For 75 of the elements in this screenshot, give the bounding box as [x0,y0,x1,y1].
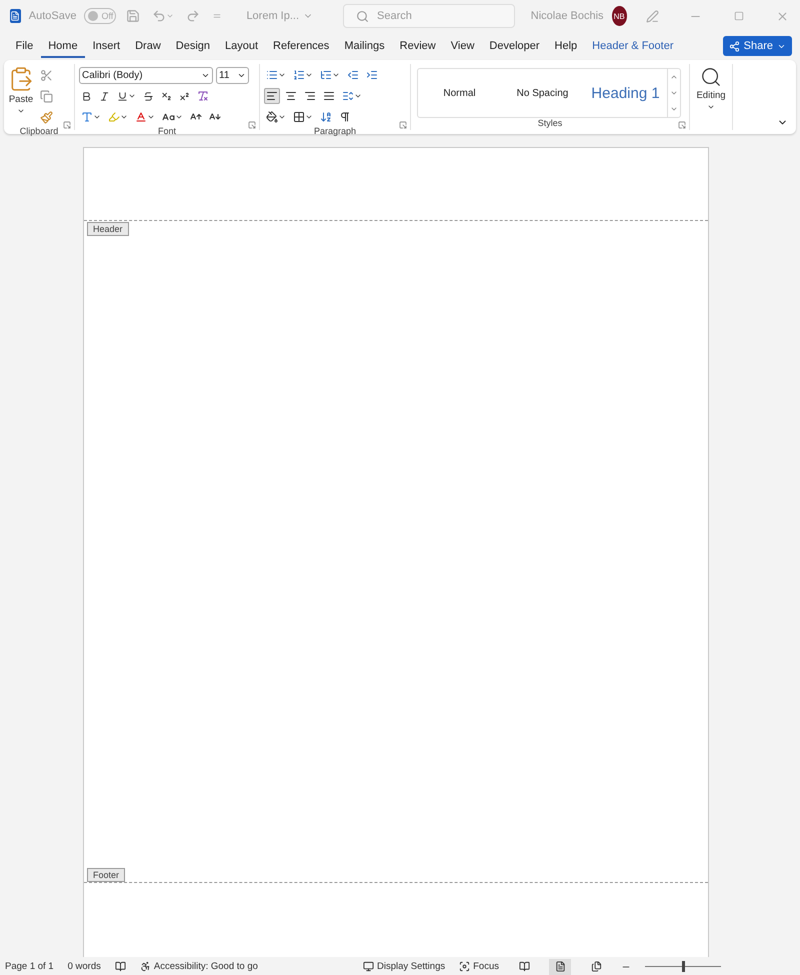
multilevel-list-icon [320,69,332,81]
font-color-icon [135,111,147,123]
accessibility-status[interactable]: Accessibility: Good to go [140,961,258,972]
caret-icon[interactable] [93,113,101,121]
group-label: Paragraph [314,126,356,136]
text-effects-icon [81,111,93,123]
caret-icon[interactable] [332,71,340,79]
align-left-icon[interactable] [264,88,280,104]
launcher-icon[interactable] [63,121,71,129]
group-label: Font [158,126,176,136]
ribbon-tab[interactable]: View [443,34,482,58]
print-layout-icon[interactable] [549,958,571,974]
accessibility-icon [140,961,151,972]
caret-icon[interactable] [707,103,715,111]
font-name-field[interactable]: Calibri (Body) [79,66,213,84]
copy-icon[interactable] [38,88,55,105]
caret-icon[interactable] [120,113,128,121]
undo-icon [152,9,166,23]
ribbon-tab[interactable]: Header & Footer [584,34,681,58]
focus-icon [459,961,470,972]
share-button[interactable]: Share [722,36,792,56]
caret-icon[interactable] [175,113,183,121]
header-tag: Header [87,222,129,236]
paint-bucket-icon [266,111,278,123]
ribbon-tab[interactable]: Home [40,34,86,58]
word-count[interactable]: 0 words [68,961,101,972]
ribbon-tab[interactable]: Insert [85,34,128,58]
search-icon [356,10,370,22]
autosave-label: AutoSave [28,10,76,22]
share-icon [728,40,740,52]
borders-icon [293,111,305,123]
caret-icon[interactable] [17,107,25,115]
focus-button[interactable]: Focus [459,961,499,972]
ribbon-tab[interactable]: Mailings [336,34,392,58]
search-icon [700,66,722,88]
paste-button[interactable]: Paste [8,64,34,126]
font-size-field[interactable]: 11 [216,66,249,84]
caret-icon[interactable] [147,113,155,121]
proofing-icon[interactable] [114,961,126,972]
style-option[interactable]: No Spacing [501,88,584,99]
highlighter-icon [108,111,120,123]
underline-icon [117,90,128,102]
group-label: Clipboard [20,126,58,136]
line-spacing-icon [342,90,354,102]
footer-tag: Footer [87,868,126,882]
style-option[interactable]: Normal [418,88,501,99]
ribbon-tab[interactable]: Review [392,34,444,58]
word-logo-icon [10,9,21,23]
format-painter-icon[interactable] [38,109,55,126]
style-option[interactable]: Heading 1 [584,84,667,102]
ribbon-tab[interactable]: Design [168,34,218,58]
caret-icon[interactable] [128,92,136,100]
editing-button[interactable]: Editing [690,64,732,111]
ribbon-tab[interactable]: Help [547,34,585,58]
ribbon-tab[interactable]: Draw [128,34,168,58]
monitor-icon [363,961,374,972]
ribbon-tab[interactable]: Layout [218,34,266,58]
launcher-icon[interactable] [248,121,256,129]
caret-icon[interactable] [305,71,313,79]
avatar: NB [612,6,627,26]
caret-icon[interactable] [354,92,362,100]
numbering-icon [293,69,305,81]
caret-icon[interactable] [278,71,286,79]
launcher-icon[interactable] [399,121,407,129]
caret-icon[interactable] [305,113,313,121]
zoom-thumb[interactable] [682,961,685,972]
user-name: Nicolae Bochis [530,10,604,22]
ribbon-tab[interactable]: File [8,34,41,58]
ribbon-tab[interactable]: Developer [482,34,548,58]
page-count[interactable]: Page 1 of 1 [5,961,54,972]
caret-icon[interactable] [278,113,286,121]
ribbon-tab[interactable]: References [266,34,337,58]
display-settings-button[interactable]: Display Settings [363,961,446,972]
group-label: Styles [538,118,562,130]
launcher-icon[interactable] [678,121,686,129]
